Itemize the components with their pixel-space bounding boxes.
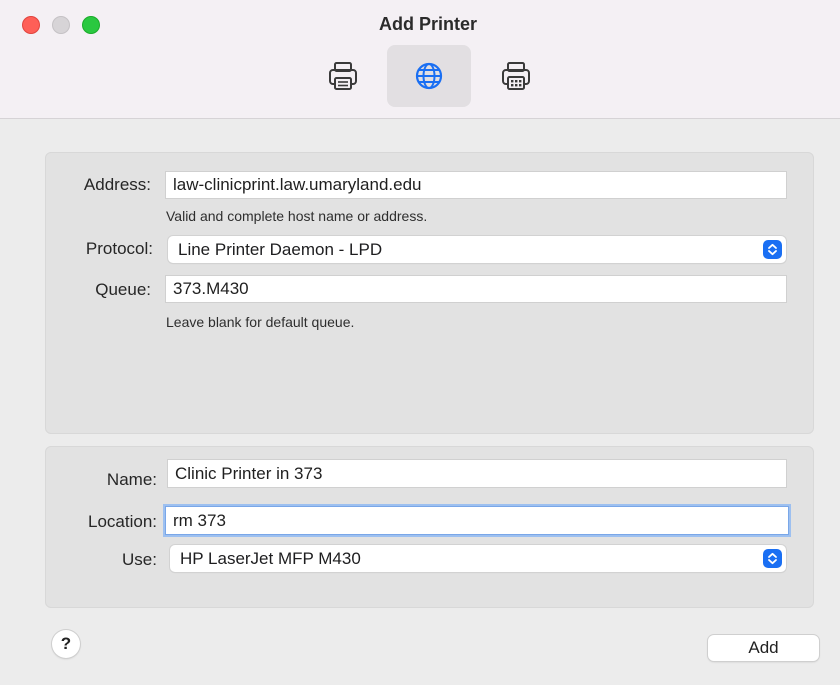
location-label: Location: xyxy=(88,512,157,531)
driver-use-popup[interactable]: HP LaserJet MFP M430 xyxy=(170,545,786,572)
address-field[interactable]: law-clinicprint.law.umaryland.edu xyxy=(166,172,786,198)
use-value: HP LaserJet MFP M430 xyxy=(180,549,361,568)
chevron-up-down-icon xyxy=(768,552,777,565)
queue-field[interactable]: 373.M430 xyxy=(166,276,786,302)
chevron-up-down-icon xyxy=(768,243,777,256)
tab-default-printers[interactable] xyxy=(301,45,385,107)
location-field[interactable]: rm 373 xyxy=(166,507,788,534)
help-button[interactable]: ? xyxy=(52,630,80,658)
use-label: Use: xyxy=(122,550,157,569)
name-field[interactable]: Clinic Printer in 373 xyxy=(168,460,786,487)
globe-icon xyxy=(415,62,443,90)
protocol-popup[interactable]: Line Printer Daemon - LPD xyxy=(168,236,786,263)
printer-icon xyxy=(329,62,357,90)
fax-printer-icon xyxy=(502,62,530,90)
use-stepper[interactable] xyxy=(763,549,782,568)
tab-windows-printer[interactable] xyxy=(474,45,558,107)
window-title: Add Printer xyxy=(378,14,477,34)
address-hint: Valid and complete host name or address. xyxy=(166,208,428,224)
protocol-stepper[interactable] xyxy=(763,240,782,259)
address-label: Address: xyxy=(83,175,151,194)
queue-label: Queue: xyxy=(95,280,151,299)
name-label: Name: xyxy=(106,470,157,489)
add-button[interactable]: Add xyxy=(708,635,819,661)
protocol-value: Line Printer Daemon - LPD xyxy=(178,240,383,259)
protocol-label: Protocol: xyxy=(85,239,153,258)
tab-ip-printer[interactable] xyxy=(387,45,471,107)
add-printer-window: Add Printer Address: law-clinicprint.law… xyxy=(0,0,840,685)
queue-hint: Leave blank for default queue. xyxy=(166,314,355,330)
title-bar: Add Printer xyxy=(0,0,840,119)
